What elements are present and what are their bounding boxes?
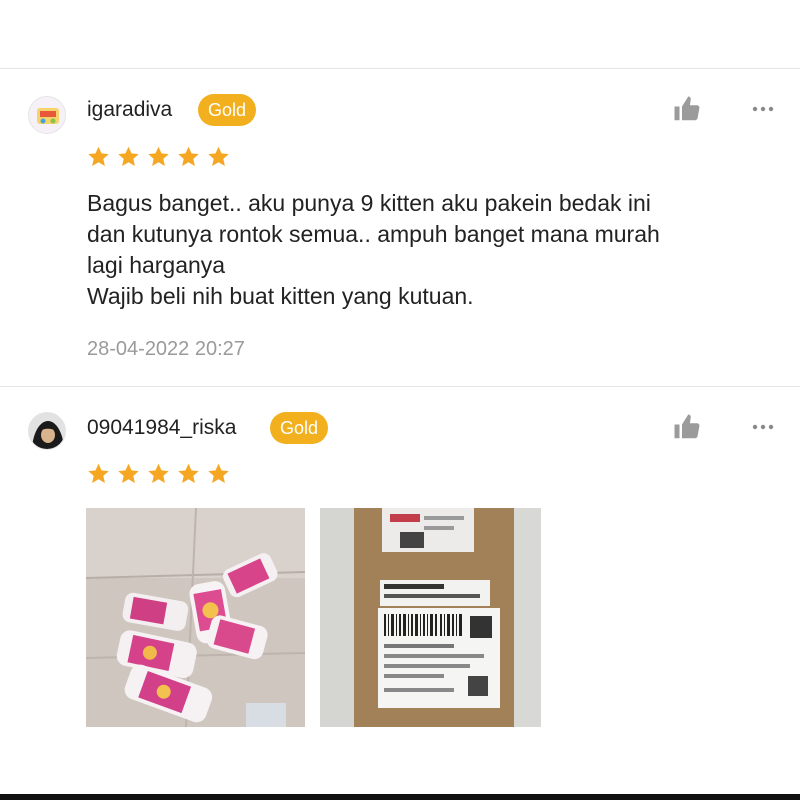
more-dots-icon[interactable] xyxy=(748,94,778,124)
thumbs-up-icon[interactable] xyxy=(672,94,702,124)
star-icon xyxy=(146,145,171,169)
star-icon xyxy=(206,462,231,486)
review-text: Bagus banget.. aku punya 9 kitten aku pa… xyxy=(87,190,660,309)
more-dots-icon[interactable] xyxy=(748,412,778,442)
divider xyxy=(0,68,800,69)
star-rating xyxy=(86,145,231,169)
thumbs-up-icon[interactable] xyxy=(672,412,702,442)
reviewer-name[interactable]: 09041984_riska xyxy=(87,416,236,440)
gold-badge: Gold xyxy=(198,94,257,126)
star-icon xyxy=(116,145,141,169)
review-timestamp: 28-04-2022 20:27 xyxy=(87,338,245,360)
star-icon xyxy=(206,145,231,169)
top-blank-area xyxy=(0,0,800,68)
divider xyxy=(0,386,800,387)
gold-badge: Gold xyxy=(270,412,329,444)
star-icon xyxy=(86,462,111,486)
star-icon xyxy=(116,462,141,486)
star-icon xyxy=(86,145,111,169)
star-icon xyxy=(176,462,201,486)
star-icon xyxy=(146,462,171,486)
reviewer-name[interactable]: igaradiva xyxy=(87,98,172,122)
product-bottles-photo[interactable] xyxy=(86,508,305,727)
star-rating xyxy=(86,462,231,486)
bottom-edge-bar xyxy=(0,794,800,800)
package-box-photo[interactable] xyxy=(320,508,541,727)
avatar[interactable] xyxy=(28,412,66,450)
star-icon xyxy=(176,145,201,169)
avatar[interactable] xyxy=(28,96,66,134)
